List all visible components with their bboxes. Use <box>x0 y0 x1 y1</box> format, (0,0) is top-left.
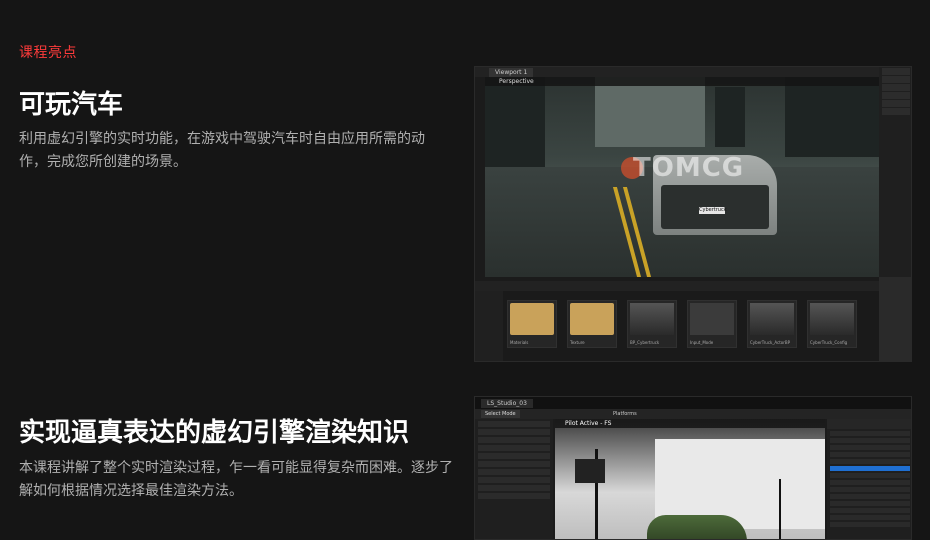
content-browser-toolbar <box>475 281 879 291</box>
outliner-row[interactable] <box>830 473 910 478</box>
feature1-title: 可玩汽车 <box>19 90 124 120</box>
asset-name: CyberTruck_Config <box>810 340 848 345</box>
viewport-toolbar: Pilot Active - FS <box>555 419 825 428</box>
property-row[interactable] <box>478 485 550 491</box>
section-eyebrow: 课程亮点 <box>19 45 77 61</box>
car-thumbnail-icon <box>810 303 854 335</box>
asset-tile[interactable]: CyberTruck_Config <box>807 300 857 348</box>
building <box>785 77 879 157</box>
asset-tile[interactable]: Texture <box>567 300 617 348</box>
outliner-row[interactable] <box>830 459 910 464</box>
outliner-row[interactable] <box>830 445 910 450</box>
level-viewport[interactable]: Cybertruck TOMCG Perspective <box>485 77 879 277</box>
property-row[interactable] <box>478 421 550 427</box>
asset-name: Input_Mode <box>690 340 714 345</box>
content-browser-sidebar <box>475 291 503 361</box>
outliner-row[interactable] <box>882 76 910 83</box>
property-row[interactable] <box>478 477 550 483</box>
editor-title-bar: LS_Studio_03 <box>475 397 911 409</box>
outliner-row[interactable] <box>882 100 910 107</box>
content-browser: Materials Texture BP_Cybertruck Input_Mo… <box>475 281 879 361</box>
asset-name: BP_Cybertruck <box>630 340 660 345</box>
details-panel <box>879 277 911 361</box>
feature2-description: 本课程讲解了整个实时渲染过程，乍一看可能显得复杂而困难。逐步了解如何根据情况选择… <box>19 460 453 499</box>
editor-tab-bar: Viewport 1 <box>475 67 879 77</box>
outliner-row[interactable] <box>830 431 910 436</box>
outliner-row[interactable] <box>830 494 910 499</box>
viewport-toolbar: Perspective <box>485 77 879 86</box>
outliner-row[interactable] <box>830 452 910 457</box>
details-panel <box>475 419 553 539</box>
folder-icon <box>510 303 554 335</box>
main-toolbar: Select Mode Platforms <box>475 409 911 419</box>
property-row[interactable] <box>478 461 550 467</box>
property-row[interactable] <box>478 429 550 435</box>
light-stand <box>779 479 781 539</box>
asset-tile[interactable]: CyberTruck_ActorBP <box>747 300 797 348</box>
studio-car <box>647 515 747 539</box>
feature2-title: 实现逼真表达的虚幻引擎渲染知识 <box>19 418 410 448</box>
outliner-row[interactable] <box>882 84 910 91</box>
level-tab[interactable]: LS_Studio_03 <box>481 399 533 408</box>
asset-tile[interactable]: Input_Mode <box>687 300 737 348</box>
outliner-panel <box>827 419 911 539</box>
car-thumbnail-icon <box>750 303 794 335</box>
property-row[interactable] <box>478 437 550 443</box>
property-row[interactable] <box>478 469 550 475</box>
outliner-row[interactable] <box>882 92 910 99</box>
building <box>595 77 705 147</box>
level-viewport[interactable]: Pilot Active - FS <box>555 419 825 539</box>
platforms-button[interactable]: Platforms <box>613 410 637 418</box>
outliner-panel <box>879 67 911 277</box>
property-row[interactable] <box>478 453 550 459</box>
outliner-row[interactable] <box>830 501 910 506</box>
outliner-row[interactable] <box>830 515 910 520</box>
outliner-row[interactable] <box>830 487 910 492</box>
asset-name: Materials <box>510 340 529 345</box>
asset-name: CyberTruck_ActorBP <box>750 340 791 345</box>
license-plate: Cybertruck <box>699 207 727 214</box>
viewport-tab[interactable]: Viewport 1 <box>489 68 534 77</box>
watermark: TOMCG <box>633 153 745 183</box>
car-thumbnail-icon <box>630 303 674 335</box>
building <box>485 77 545 177</box>
outliner-row[interactable] <box>882 108 910 115</box>
pilot-active-label: Pilot Active - FS <box>565 420 612 427</box>
feature1-description: 利用虚幻引擎的实时功能，在游戏中驾驶汽车时自由应用所需的动作，完成您所创建的场景… <box>19 131 425 170</box>
building <box>715 87 745 147</box>
folder-icon <box>570 303 614 335</box>
asset-name: Texture <box>570 340 585 345</box>
select-mode-dropdown[interactable]: Select Mode <box>481 410 520 418</box>
unreal-editor-screenshot-car: Viewport 1 Cybertruck TOMCG Perspective … <box>474 66 912 362</box>
property-row[interactable] <box>478 493 550 499</box>
outliner-row-selected[interactable] <box>830 466 910 471</box>
viewport-mode-label[interactable]: Perspective <box>499 78 534 85</box>
outliner-row[interactable] <box>830 438 910 443</box>
outliner-row[interactable] <box>830 508 910 513</box>
outliner-row[interactable] <box>830 480 910 485</box>
outliner-row[interactable] <box>882 68 910 75</box>
asset-tile[interactable]: BP_Cybertruck <box>627 300 677 348</box>
outliner-row[interactable] <box>830 522 910 527</box>
property-row[interactable] <box>478 445 550 451</box>
outliner-header <box>827 419 911 429</box>
studio-light <box>575 459 605 483</box>
gamepad-icon <box>690 303 734 335</box>
unreal-editor-screenshot-render: LS_Studio_03 Select Mode Platforms Pilot… <box>474 396 912 540</box>
asset-tile[interactable]: Materials <box>507 300 557 348</box>
